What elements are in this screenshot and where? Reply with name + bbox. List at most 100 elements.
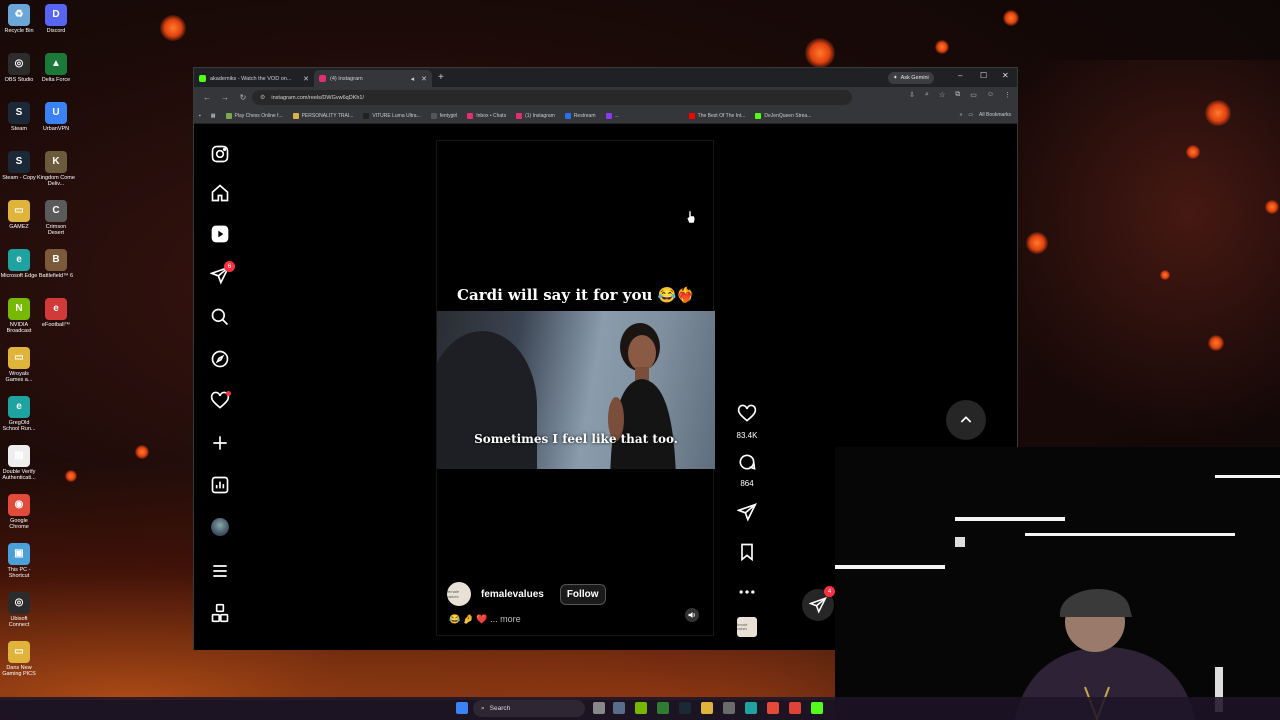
back-button[interactable]: ← bbox=[202, 93, 212, 102]
split-view-icon[interactable]: ▭ bbox=[970, 91, 977, 99]
site-info-icon[interactable]: ⚙ bbox=[260, 94, 265, 101]
bookmark-item[interactable]: VITURE Luma Ultra... bbox=[363, 112, 421, 119]
bookmark-item[interactable]: Inbox • Chats bbox=[467, 112, 506, 119]
nvidia-icon[interactable] bbox=[635, 702, 647, 714]
chevron-right-icon[interactable]: » bbox=[960, 112, 963, 118]
desktop-icon[interactable]: ♻ Recycle Bin bbox=[0, 4, 38, 34]
extensions-icon[interactable]: ⧉ bbox=[955, 91, 960, 99]
more-menu-icon[interactable] bbox=[208, 559, 232, 583]
chrome-icon[interactable] bbox=[767, 702, 779, 714]
like-action[interactable]: 83.4K bbox=[736, 404, 758, 440]
create-icon[interactable] bbox=[208, 431, 232, 455]
address-bar[interactable]: ⚙ instagram.com/reels/DWGvw6qDKh1/ bbox=[252, 90, 852, 105]
bookmark-star-icon[interactable]: ▪ bbox=[199, 113, 201, 119]
desktop-icon[interactable]: B Battlefield™ 6 bbox=[37, 249, 75, 279]
chrome-icon[interactable] bbox=[789, 702, 801, 714]
author-username[interactable]: femalevalues bbox=[481, 589, 544, 600]
desktop-icon[interactable]: ▤ Double Verify Authenticati... bbox=[0, 445, 38, 482]
file-explorer-icon[interactable] bbox=[701, 702, 713, 714]
messages-icon[interactable]: 6 bbox=[208, 261, 235, 287]
speaker-icon[interactable]: ◂ bbox=[411, 75, 415, 83]
desktop-icon[interactable]: D Discord bbox=[37, 4, 75, 34]
desktop-icon[interactable]: S Steam bbox=[0, 102, 38, 132]
profile-icon[interactable]: ☺ bbox=[987, 91, 994, 99]
video-frame[interactable]: Sometimes I feel like that too. bbox=[437, 311, 715, 469]
bookmark-item[interactable]: (1) Instagram bbox=[516, 112, 555, 119]
star-icon[interactable]: ☆ bbox=[939, 91, 945, 99]
comment-icon[interactable] bbox=[737, 452, 757, 472]
bookmark-item[interactable]: ... bbox=[605, 112, 619, 119]
bookmark-item[interactable]: fentygirl bbox=[430, 112, 457, 119]
more-link[interactable]: more bbox=[500, 614, 521, 624]
instagram-logo-icon[interactable] bbox=[208, 142, 232, 166]
desktop-icon[interactable]: ▣ This PC - Shortcut bbox=[0, 543, 38, 580]
desktop-icon[interactable]: ◎ Ubisoft Connect bbox=[0, 592, 38, 629]
audio-thumbnail[interactable]: female values bbox=[737, 617, 757, 637]
app-icon[interactable] bbox=[657, 702, 669, 714]
follow-button[interactable]: Follow bbox=[559, 583, 606, 605]
install-icon[interactable]: ⇩ bbox=[909, 91, 915, 99]
new-tab-button[interactable]: + bbox=[438, 72, 444, 83]
settings-icon[interactable] bbox=[613, 702, 625, 714]
task-view-icon[interactable] bbox=[593, 702, 605, 714]
minimize-button[interactable]: – bbox=[958, 71, 962, 80]
floating-messages-button[interactable]: 4 bbox=[802, 586, 835, 621]
volume-icon[interactable] bbox=[685, 608, 699, 622]
desktop-icon[interactable]: ◉ Google Chrome bbox=[0, 494, 38, 531]
maximize-button[interactable]: ☐ bbox=[980, 71, 987, 80]
all-bookmarks[interactable]: All Bookmarks bbox=[979, 112, 1011, 118]
bookmark-item[interactable]: DeJenQueen Strea... bbox=[755, 112, 811, 119]
close-icon[interactable]: ✕ bbox=[421, 75, 427, 83]
profile-avatar[interactable] bbox=[208, 515, 232, 539]
desktop-icon[interactable]: S Steam - Copy bbox=[0, 151, 38, 181]
also-from-meta-icon[interactable] bbox=[208, 601, 232, 625]
bookmark-item[interactable]: Play Chess Online f... bbox=[225, 112, 283, 119]
explore-icon[interactable] bbox=[208, 347, 232, 371]
desktop-icon[interactable]: e Microsoft Edge bbox=[0, 249, 38, 279]
close-window-button[interactable]: ✕ bbox=[1002, 71, 1009, 80]
like-icon[interactable] bbox=[737, 404, 757, 424]
reels-icon[interactable] bbox=[208, 222, 232, 246]
comment-action[interactable]: 864 bbox=[736, 452, 758, 488]
steam-icon[interactable] bbox=[679, 702, 691, 714]
desktop-icon[interactable]: ▭ Wroyals Games a... bbox=[0, 347, 38, 384]
reload-button[interactable]: ↻ bbox=[238, 93, 248, 102]
bookmark-icon[interactable] bbox=[737, 542, 757, 562]
dashboard-icon[interactable] bbox=[208, 473, 232, 497]
share-action[interactable] bbox=[736, 502, 758, 527]
author-avatar[interactable]: female values bbox=[447, 582, 471, 606]
home-icon[interactable] bbox=[208, 181, 232, 205]
edge-icon[interactable] bbox=[745, 702, 757, 714]
close-icon[interactable]: ✕ bbox=[303, 75, 309, 83]
desktop-icon[interactable]: e GregOld School Run... bbox=[0, 396, 38, 433]
app-icon[interactable] bbox=[811, 702, 823, 714]
desktop-icon[interactable]: ▭ GAMEZ bbox=[0, 200, 38, 230]
reel-player[interactable]: Cardi will say it for you 😂❤️‍🔥 Sometime… bbox=[436, 140, 715, 636]
desktop-icon[interactable]: ▭ Dans New Gaming PICS bbox=[0, 641, 38, 678]
desktop-icon[interactable]: ▲ Delta Force bbox=[37, 53, 75, 83]
tab-kick[interactable]: akademiks - Watch the VOD on... ✕ bbox=[194, 70, 314, 87]
heart-icon[interactable] bbox=[208, 389, 232, 413]
menu-icon[interactable]: ⋮ bbox=[1004, 91, 1011, 99]
share-icon[interactable] bbox=[736, 502, 757, 522]
desktop-icon[interactable]: ◎ OBS Studio bbox=[0, 53, 38, 83]
more-options-icon[interactable] bbox=[736, 582, 758, 607]
forward-button[interactable]: → bbox=[220, 93, 230, 102]
bookmark-item[interactable]: PERSONALITY TRAI... bbox=[292, 112, 353, 119]
previous-reel-button[interactable] bbox=[946, 400, 986, 440]
apps-icon[interactable]: ▦ bbox=[211, 113, 216, 119]
bookmark-item[interactable]: Restream bbox=[564, 112, 596, 119]
desktop-icon[interactable]: U UrbanVPN bbox=[37, 102, 75, 132]
tab-instagram[interactable]: (4) Instagram ◂ ✕ bbox=[314, 70, 432, 87]
taskbar-search[interactable]: ⌕ Search bbox=[473, 700, 585, 717]
desktop-icon[interactable]: e eFootball™ bbox=[37, 298, 75, 328]
save-action[interactable] bbox=[736, 542, 758, 567]
windows-start-icon[interactable] bbox=[456, 702, 468, 714]
app-icon[interactable] bbox=[723, 702, 735, 714]
desktop-icon[interactable]: N NVIDIA Broadcast bbox=[0, 298, 38, 335]
desktop-icon[interactable]: K Kingdom Come Deliv... bbox=[37, 151, 75, 188]
desktop-icon[interactable]: C Crimson Desert bbox=[37, 200, 75, 237]
zoom-icon[interactable]: ⌕ bbox=[925, 91, 929, 99]
search-icon[interactable] bbox=[208, 305, 232, 329]
bookmark-item[interactable]: The Best Of The Int... bbox=[688, 112, 745, 119]
